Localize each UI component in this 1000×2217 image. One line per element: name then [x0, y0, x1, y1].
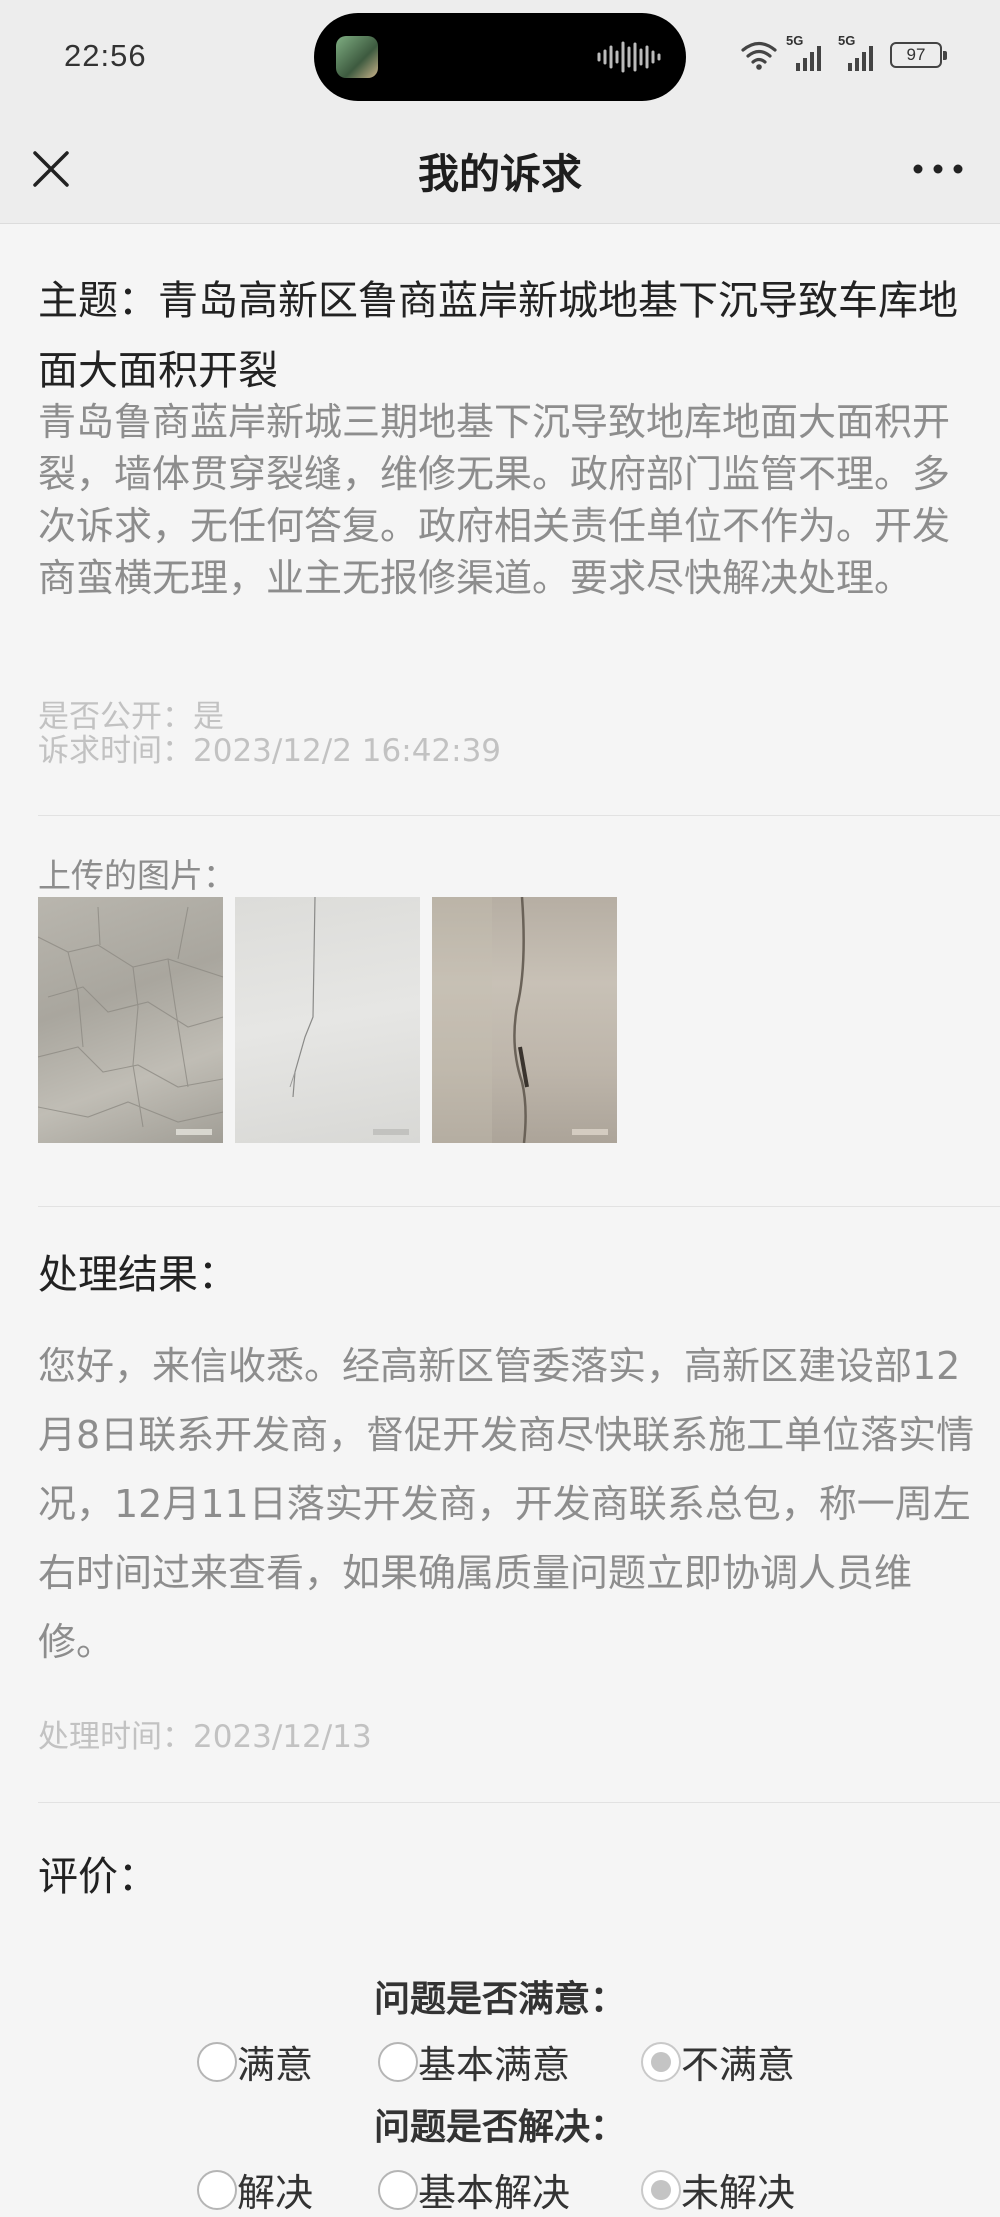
divider [38, 815, 1000, 816]
wifi-icon [741, 41, 777, 70]
radio-resolved[interactable] [197, 2169, 237, 2210]
status-bar: 22:56 5G 5G 97 [0, 0, 1000, 118]
radio-unresolved[interactable] [641, 2169, 681, 2210]
battery-level: 97 [906, 45, 926, 64]
navigation-bar: 我的诉求 [0, 118, 1000, 224]
option-unresolved[interactable]: 未解决 [641, 2162, 795, 2217]
option-basically-resolved[interactable]: 基本解决 [378, 2162, 570, 2217]
divider [38, 1206, 1000, 1207]
result-label: 处理结果： [38, 1252, 238, 1298]
option-label: 满意 [237, 2043, 314, 2087]
cellular-signal-icon-2: 5G [838, 33, 882, 71]
divider [38, 1802, 1000, 1803]
option-label: 基本解决 [418, 2171, 571, 2215]
radio-unsatisfied[interactable] [641, 2041, 681, 2082]
option-satisfied[interactable]: 满意 [197, 2034, 313, 2089]
option-label: 基本满意 [418, 2043, 571, 2087]
result-text: 您好，来信收悉。经高新区管委落实，高新区建设部12月8日联系开发商，督促开发商尽… [38, 1344, 975, 1664]
petition-description: 青岛鲁商蓝岸新城三期地基下沉导致地库地面大面积开裂，墙体贯穿裂缝，维修无果。政府… [38, 400, 951, 600]
more-options-icon[interactable] [910, 154, 966, 184]
result-time: 处理时间：2023/12/13 [38, 1719, 372, 1755]
audio-wave-icon [597, 41, 661, 73]
system-icons: 5G 5G 97 [740, 33, 947, 72]
dynamic-island[interactable] [314, 13, 686, 101]
option-label: 解决 [237, 2171, 314, 2215]
option-label: 不满意 [681, 2043, 796, 2087]
petition-subject: 主题：青岛高新区鲁商蓝岸新城地基下沉导致车库地面大面积开裂 [38, 278, 958, 394]
uploaded-images-label: 上传的图片： [38, 856, 236, 895]
option-resolved[interactable]: 解决 [197, 2162, 313, 2217]
petition-time: 诉求时间：2023/12/2 16:42:39 [38, 733, 502, 769]
radio-basically-resolved[interactable] [378, 2169, 418, 2210]
resolved-question: 问题是否解决： [373, 2107, 626, 2148]
media-thumbnail [336, 36, 378, 78]
option-unsatisfied[interactable]: 不满意 [641, 2034, 795, 2089]
uploaded-image-1[interactable] [38, 897, 223, 1143]
page-title: 我的诉求 [418, 150, 582, 198]
radio-satisfied[interactable] [197, 2041, 237, 2082]
battery-icon: 97 [890, 42, 947, 68]
uploaded-image-3[interactable] [432, 897, 617, 1143]
status-time: 22:56 [64, 38, 147, 73]
satisfaction-question: 问题是否满意： [373, 1979, 626, 2020]
option-basically-satisfied[interactable]: 基本满意 [378, 2034, 570, 2089]
uploaded-images [38, 897, 617, 1143]
cellular-signal-icon: 5G [786, 33, 830, 71]
uploaded-image-2[interactable] [235, 897, 420, 1143]
option-label: 未解决 [681, 2171, 796, 2215]
radio-basically-satisfied[interactable] [378, 2041, 418, 2082]
evaluation-label: 评价： [38, 1854, 158, 1900]
